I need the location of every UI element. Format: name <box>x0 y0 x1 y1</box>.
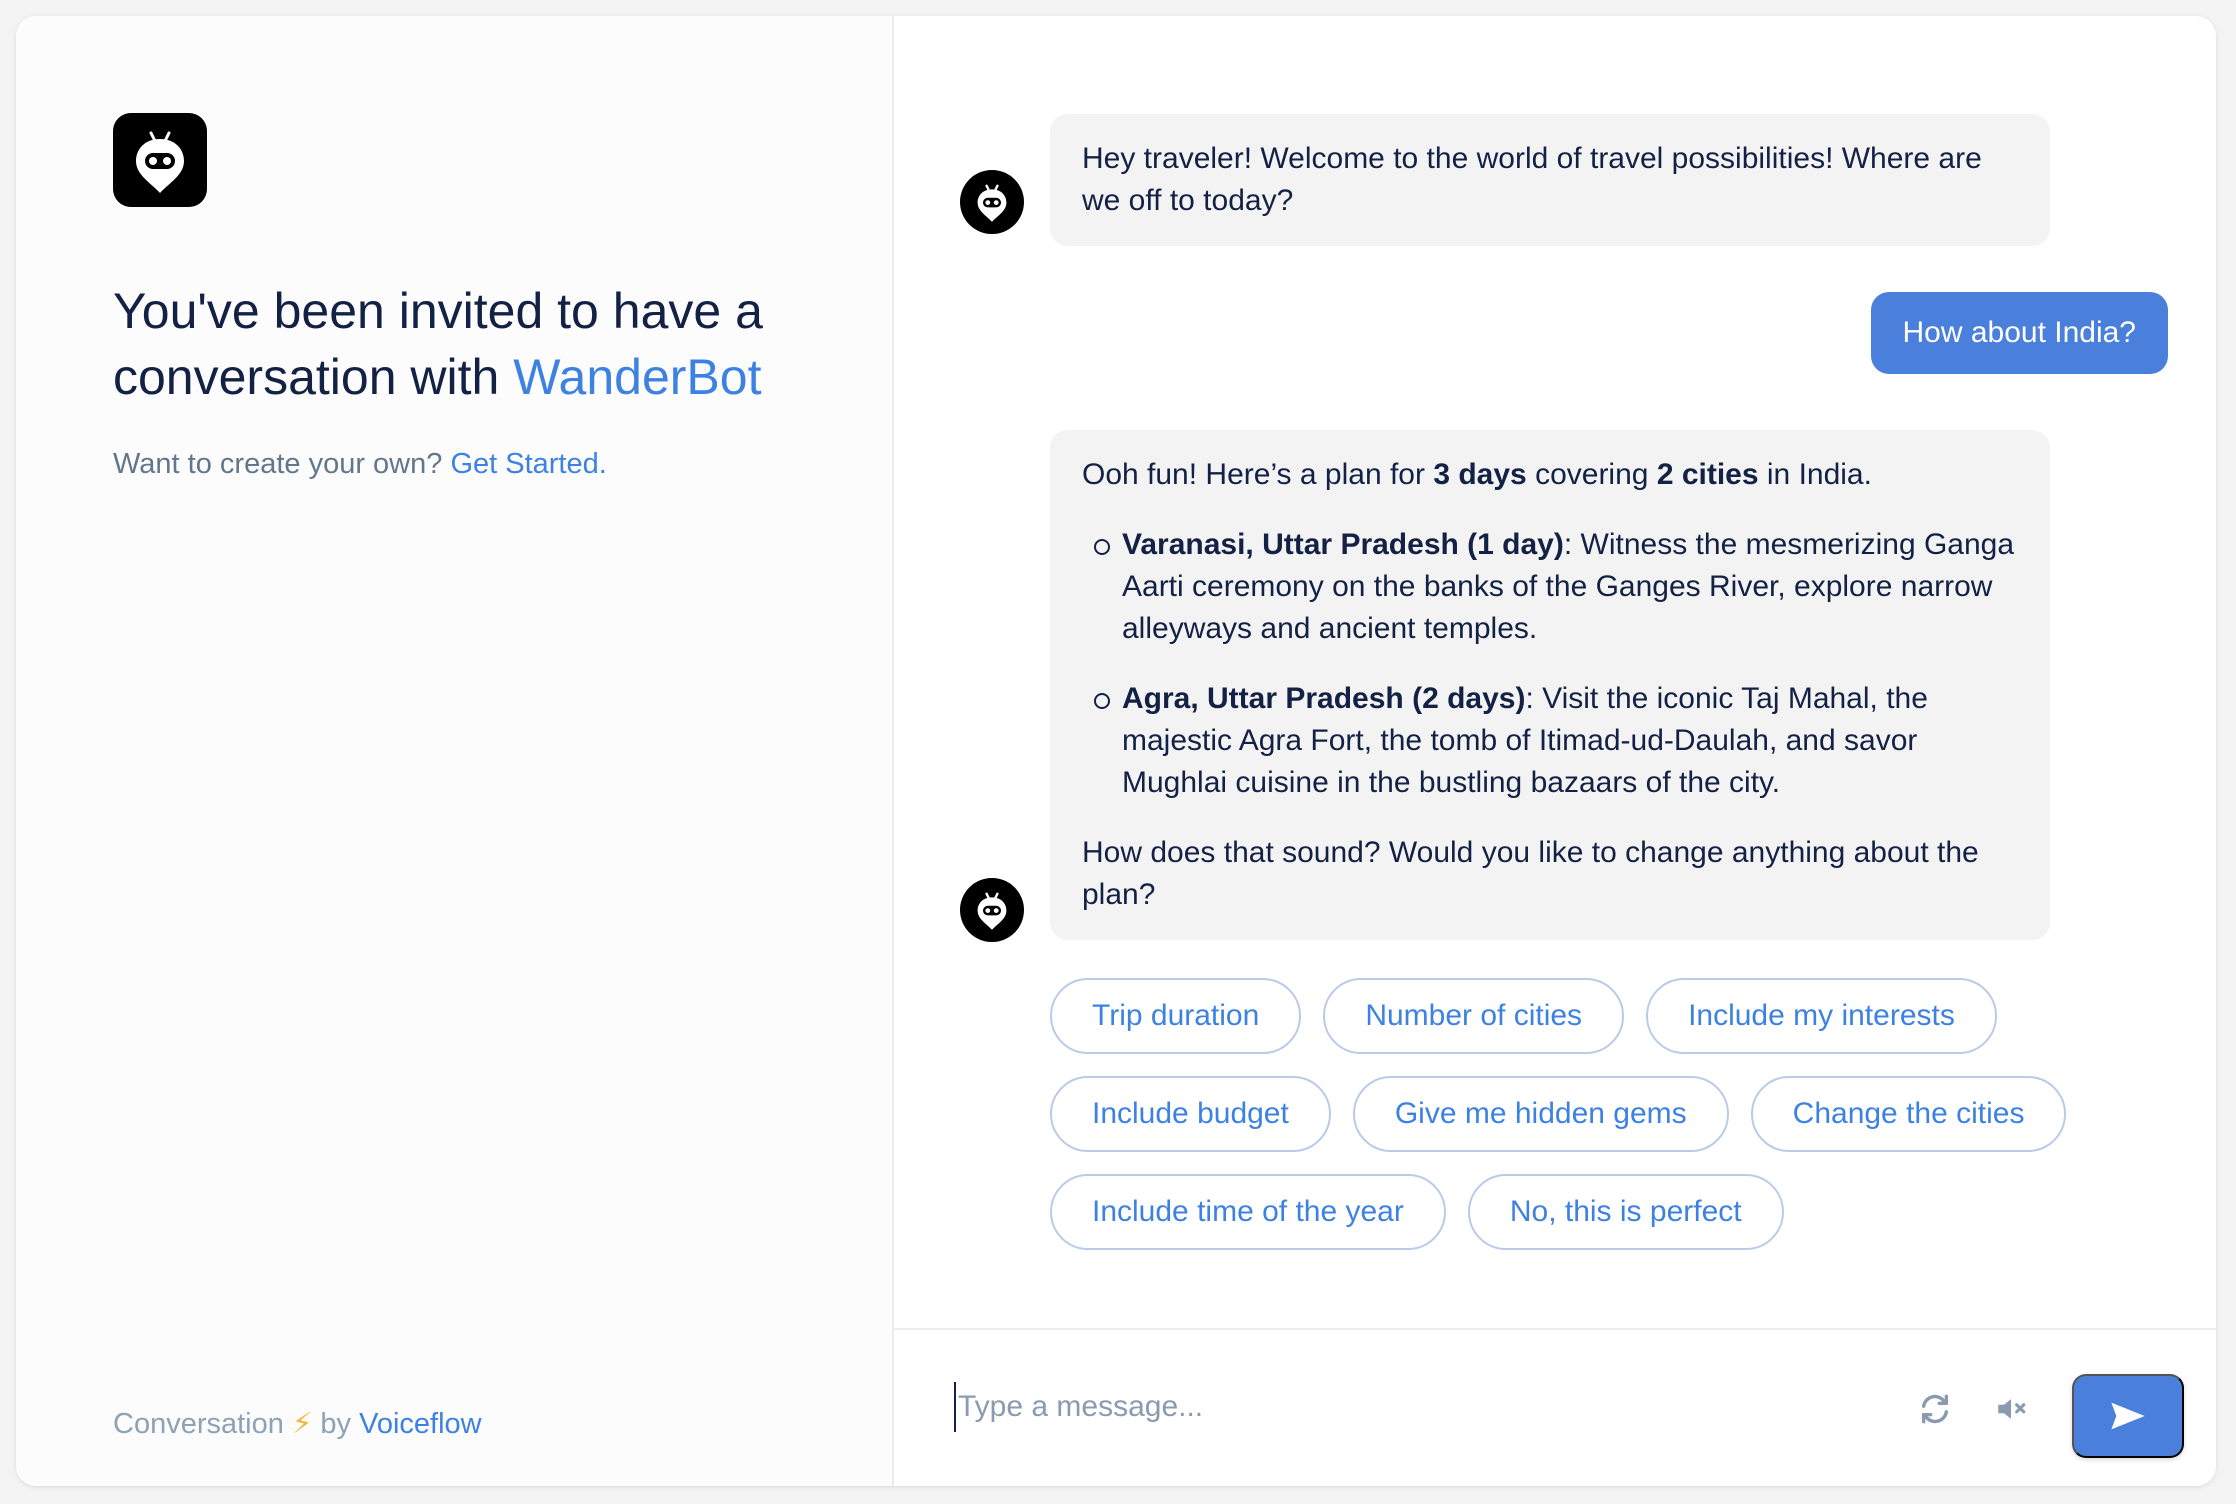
plan-list: Varanasi, Uttar Pradesh (1 day): Witness… <box>1082 524 2018 804</box>
chip-hidden-gems[interactable]: Give me hidden gems <box>1352 1076 1729 1152</box>
chip-row: Include time of the year No, this is per… <box>1050 1174 2170 1250</box>
invite-headline: You've been invited to have a conversati… <box>113 278 873 410</box>
bot-name: WanderBot <box>513 349 762 405</box>
footer-by: by <box>320 1408 352 1440</box>
restart-icon[interactable] <box>1910 1384 1960 1434</box>
bot-avatar-icon <box>960 878 1024 942</box>
plan-intro-c: in India. <box>1758 458 1872 491</box>
send-button[interactable] <box>2072 1374 2184 1458</box>
chip-number-of-cities[interactable]: Number of cities <box>1323 978 1625 1054</box>
plan-cities: 2 cities <box>1656 458 1759 491</box>
chip-include-my-interests[interactable]: Include my interests <box>1646 978 1997 1054</box>
user-message: How about India? <box>1870 292 2168 374</box>
chip-row: Trip duration Number of cities Include m… <box>1050 978 2170 1054</box>
plan-intro: Ooh fun! Here’s a plan for 3 days coveri… <box>1082 454 2018 496</box>
voiceflow-link[interactable]: Voiceflow <box>359 1408 482 1440</box>
plan-intro-b: covering <box>1526 458 1657 491</box>
bot-avatar-icon <box>960 170 1024 234</box>
chip-time-of-year[interactable]: Include time of the year <box>1050 1174 1446 1250</box>
invite-panel: You've been invited to have a conversati… <box>16 16 894 1486</box>
chip-row: Include budget Give me hidden gems Chang… <box>1050 1076 2170 1152</box>
robot-pin-icon <box>113 113 207 207</box>
speaker-muted-icon[interactable] <box>1986 1384 2036 1434</box>
bot-message: Hey traveler! Welcome to the world of tr… <box>1050 114 2050 246</box>
plan-item-title: Agra, Uttar Pradesh (2 days) <box>1122 682 1526 715</box>
message-input[interactable] <box>954 1382 1754 1432</box>
plan-intro-a: Ooh fun! Here’s a plan for <box>1082 458 1434 491</box>
plan-item: Agra, Uttar Pradesh (2 days): Visit the … <box>1082 678 2018 804</box>
bolt-icon: ⚡ <box>291 1408 313 1440</box>
plan-outro: How does that sound? Would you like to c… <box>1082 836 1979 911</box>
plan-item: Varanasi, Uttar Pradesh (1 day): Witness… <box>1082 524 2018 650</box>
plan-item-title: Varanasi, Uttar Pradesh (1 day) <box>1122 528 1564 561</box>
create-own-text: Want to create your own? <box>113 448 443 480</box>
create-own-prompt: Want to create your own? Get Started. <box>113 448 607 481</box>
chip-change-cities[interactable]: Change the cities <box>1750 1076 2067 1152</box>
quick-replies: Trip duration Number of cities Include m… <box>1050 978 2170 1272</box>
powered-by: Conversation ⚡ by Voiceflow <box>113 1406 482 1441</box>
send-icon <box>2111 1402 2145 1430</box>
chip-include-budget[interactable]: Include budget <box>1050 1076 1331 1152</box>
bot-plan-message: Ooh fun! Here’s a plan for 3 days coveri… <box>1050 430 2050 940</box>
footer-text: Conversation <box>113 1408 284 1440</box>
get-started-link[interactable]: Get Started. <box>450 448 606 480</box>
app-window: You've been invited to have a conversati… <box>16 16 2216 1486</box>
message-composer <box>894 1328 2216 1486</box>
plan-days: 3 days <box>1433 458 1527 491</box>
chip-this-is-perfect[interactable]: No, this is perfect <box>1467 1174 1784 1250</box>
chip-trip-duration[interactable]: Trip duration <box>1050 978 1302 1054</box>
